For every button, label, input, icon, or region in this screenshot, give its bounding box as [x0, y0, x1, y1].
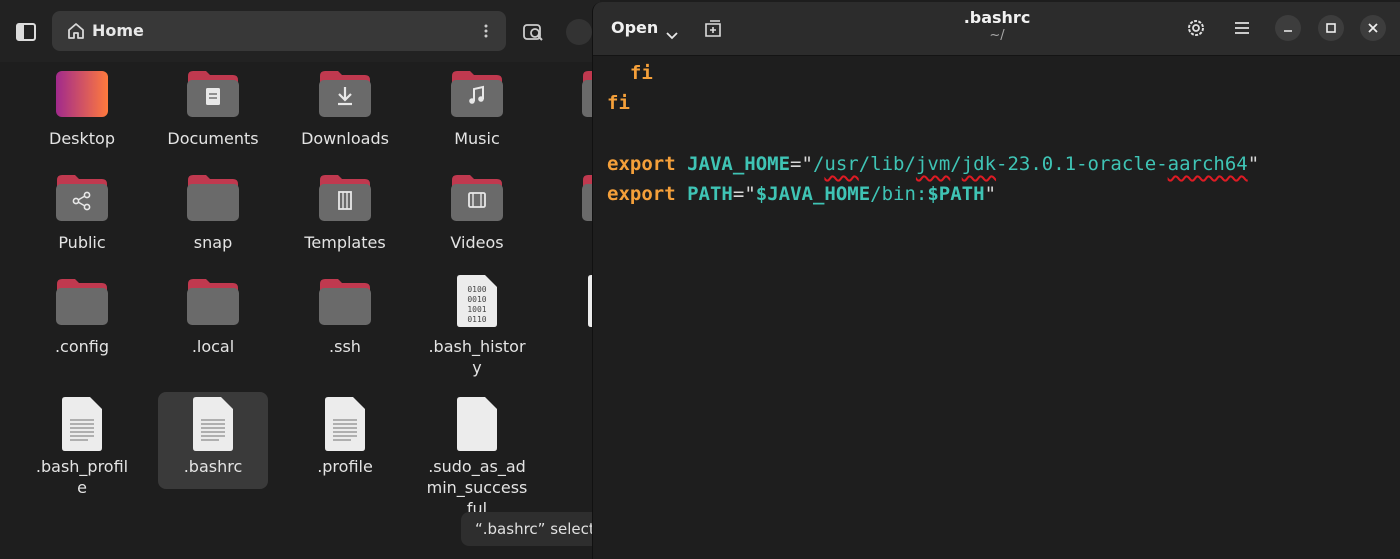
grid-item-bash-profile[interactable]: .bash_profile: [27, 396, 137, 498]
path-segment: /: [950, 152, 962, 175]
grid-item-label: Documents: [167, 129, 259, 148]
downloads-folder-icon: [319, 71, 371, 117]
empty-file-icon: [457, 397, 497, 451]
location-bar[interactable]: Home: [52, 11, 506, 51]
grid-item-local[interactable]: .local: [158, 278, 268, 357]
misspelled-word: jvm: [915, 152, 951, 175]
close-quote: ": [1247, 152, 1260, 175]
code-line-5: export PATH="$JAVA_HOME/bin:$PATH": [607, 179, 1397, 209]
selection-status-toast: “.bashrc” selecte: [461, 512, 600, 546]
grid-item-label: .bashrc: [183, 457, 243, 476]
location-label: Home: [92, 21, 144, 40]
code-editor-text-area[interactable]: fi fi export JAVA_HOME="/usr/lib/jvm/jdk…: [607, 58, 1397, 209]
sidebar-toggle-icon[interactable]: [14, 20, 38, 44]
java-home-reference: $JAVA_HOME: [755, 183, 871, 206]
misspelled-word: aarch64: [1167, 152, 1248, 175]
java-home-variable: JAVA_HOME: [687, 152, 791, 175]
grid-item-label: Downloads: [301, 129, 389, 148]
grid-item-bash-history[interactable]: 0100 0010 1001 0110 .bash_history: [422, 274, 532, 378]
file-manager-window: Home Desktop Documents Downloads Music P…: [0, 0, 600, 559]
text-file-icon: [62, 397, 102, 451]
text-file-icon: [193, 397, 233, 451]
grid-item-label: Public: [58, 233, 106, 252]
search-icon[interactable]: [521, 20, 545, 44]
grid-item-label: Music: [454, 129, 500, 148]
maximize-button[interactable]: [1318, 15, 1344, 41]
svg-text:0110: 0110: [467, 315, 486, 324]
grid-item-label: .local: [191, 337, 235, 356]
grid-item-sudo-as-admin[interactable]: .sudo_as_admin_successful: [422, 396, 532, 519]
grid-item-label: .ssh: [329, 337, 361, 356]
path-segment: /bin:: [870, 183, 928, 206]
grid-item-public[interactable]: Public: [27, 174, 137, 253]
svg-text:0100: 0100: [467, 285, 486, 294]
hamburger-menu-icon[interactable]: [1233, 19, 1251, 37]
path-segment: /lib/: [858, 152, 916, 175]
grid-item-label: Videos: [450, 233, 504, 252]
svg-text:0010: 0010: [467, 295, 486, 304]
text-file-icon: [325, 397, 365, 451]
grid-item-label: Desktop: [49, 129, 115, 148]
code-line-1: fi: [607, 62, 653, 84]
public-folder-icon: [56, 175, 108, 221]
music-folder-icon: [451, 71, 503, 117]
equals-sign: =: [790, 152, 802, 175]
grid-item-label: .bash_profile: [35, 457, 129, 497]
misspelled-word: usr: [824, 152, 859, 175]
grid-item-label: .config: [54, 337, 110, 356]
path-segment: -23.0.1-oracle-: [996, 152, 1168, 175]
close-button[interactable]: [1360, 15, 1386, 41]
back-window-minimize-button[interactable]: [566, 19, 592, 45]
code-line-2: fi: [607, 92, 630, 115]
grid-item-label: .bash_history: [428, 337, 526, 377]
grid-item-downloads[interactable]: Downloads: [290, 70, 400, 149]
misspelled-word: jdk: [961, 152, 997, 175]
settings-gear-icon[interactable]: [1185, 17, 1207, 39]
grid-item-label: Templates: [304, 233, 386, 252]
path-variable: PATH: [687, 183, 733, 206]
desktop-folder-icon: [56, 71, 108, 117]
grid-item-snap[interactable]: snap: [158, 174, 268, 253]
folder-icon: [319, 279, 371, 325]
documents-folder-icon: [187, 71, 239, 117]
binary-file-icon: 0100 0010 1001 0110: [457, 275, 497, 327]
templates-folder-icon: [319, 175, 371, 221]
kebab-menu-icon[interactable]: [478, 23, 494, 39]
export-keyword: export: [607, 152, 676, 175]
equals-sign: =: [732, 183, 745, 206]
folder-icon: [187, 175, 239, 221]
grid-item-videos[interactable]: Videos: [422, 174, 532, 253]
export-keyword: export: [607, 183, 676, 206]
editor-headerbar: Open .bashrc ~/: [593, 2, 1400, 56]
folder-icon: [187, 279, 239, 325]
grid-item-config[interactable]: .config: [27, 278, 137, 357]
code-line-4: export JAVA_HOME="/usr/lib/jvm/jdk-23.0.…: [607, 149, 1397, 179]
videos-folder-icon: [451, 175, 503, 221]
grid-item-music[interactable]: Music: [422, 70, 532, 149]
grid-item-label: snap: [193, 233, 233, 252]
grid-item-label: .sudo_as_admin_successful: [426, 457, 528, 518]
folder-icon: [56, 279, 108, 325]
path-segment: /: [812, 152, 825, 175]
open-quote: ": [744, 183, 756, 206]
path-reference: $PATH: [927, 183, 985, 206]
svg-text:1001: 1001: [467, 305, 486, 314]
open-quote: ": [801, 152, 813, 175]
grid-item-label: .profile: [317, 457, 373, 476]
file-manager-headerbar: Home: [0, 0, 600, 62]
grid-item-ssh[interactable]: .ssh: [290, 278, 400, 357]
minimize-button[interactable]: [1275, 15, 1301, 41]
grid-item-bashrc[interactable]: .bashrc: [158, 392, 268, 489]
grid-item-templates[interactable]: Templates: [290, 174, 400, 253]
close-quote: ": [984, 183, 997, 206]
grid-item-documents[interactable]: Documents: [158, 70, 268, 149]
home-icon: [66, 21, 86, 41]
text-editor-window: Open .bashrc ~/ fi fi export JAVA_HOME="…: [592, 2, 1400, 559]
grid-item-profile[interactable]: .profile: [290, 396, 400, 477]
grid-item-desktop[interactable]: Desktop: [27, 70, 137, 149]
